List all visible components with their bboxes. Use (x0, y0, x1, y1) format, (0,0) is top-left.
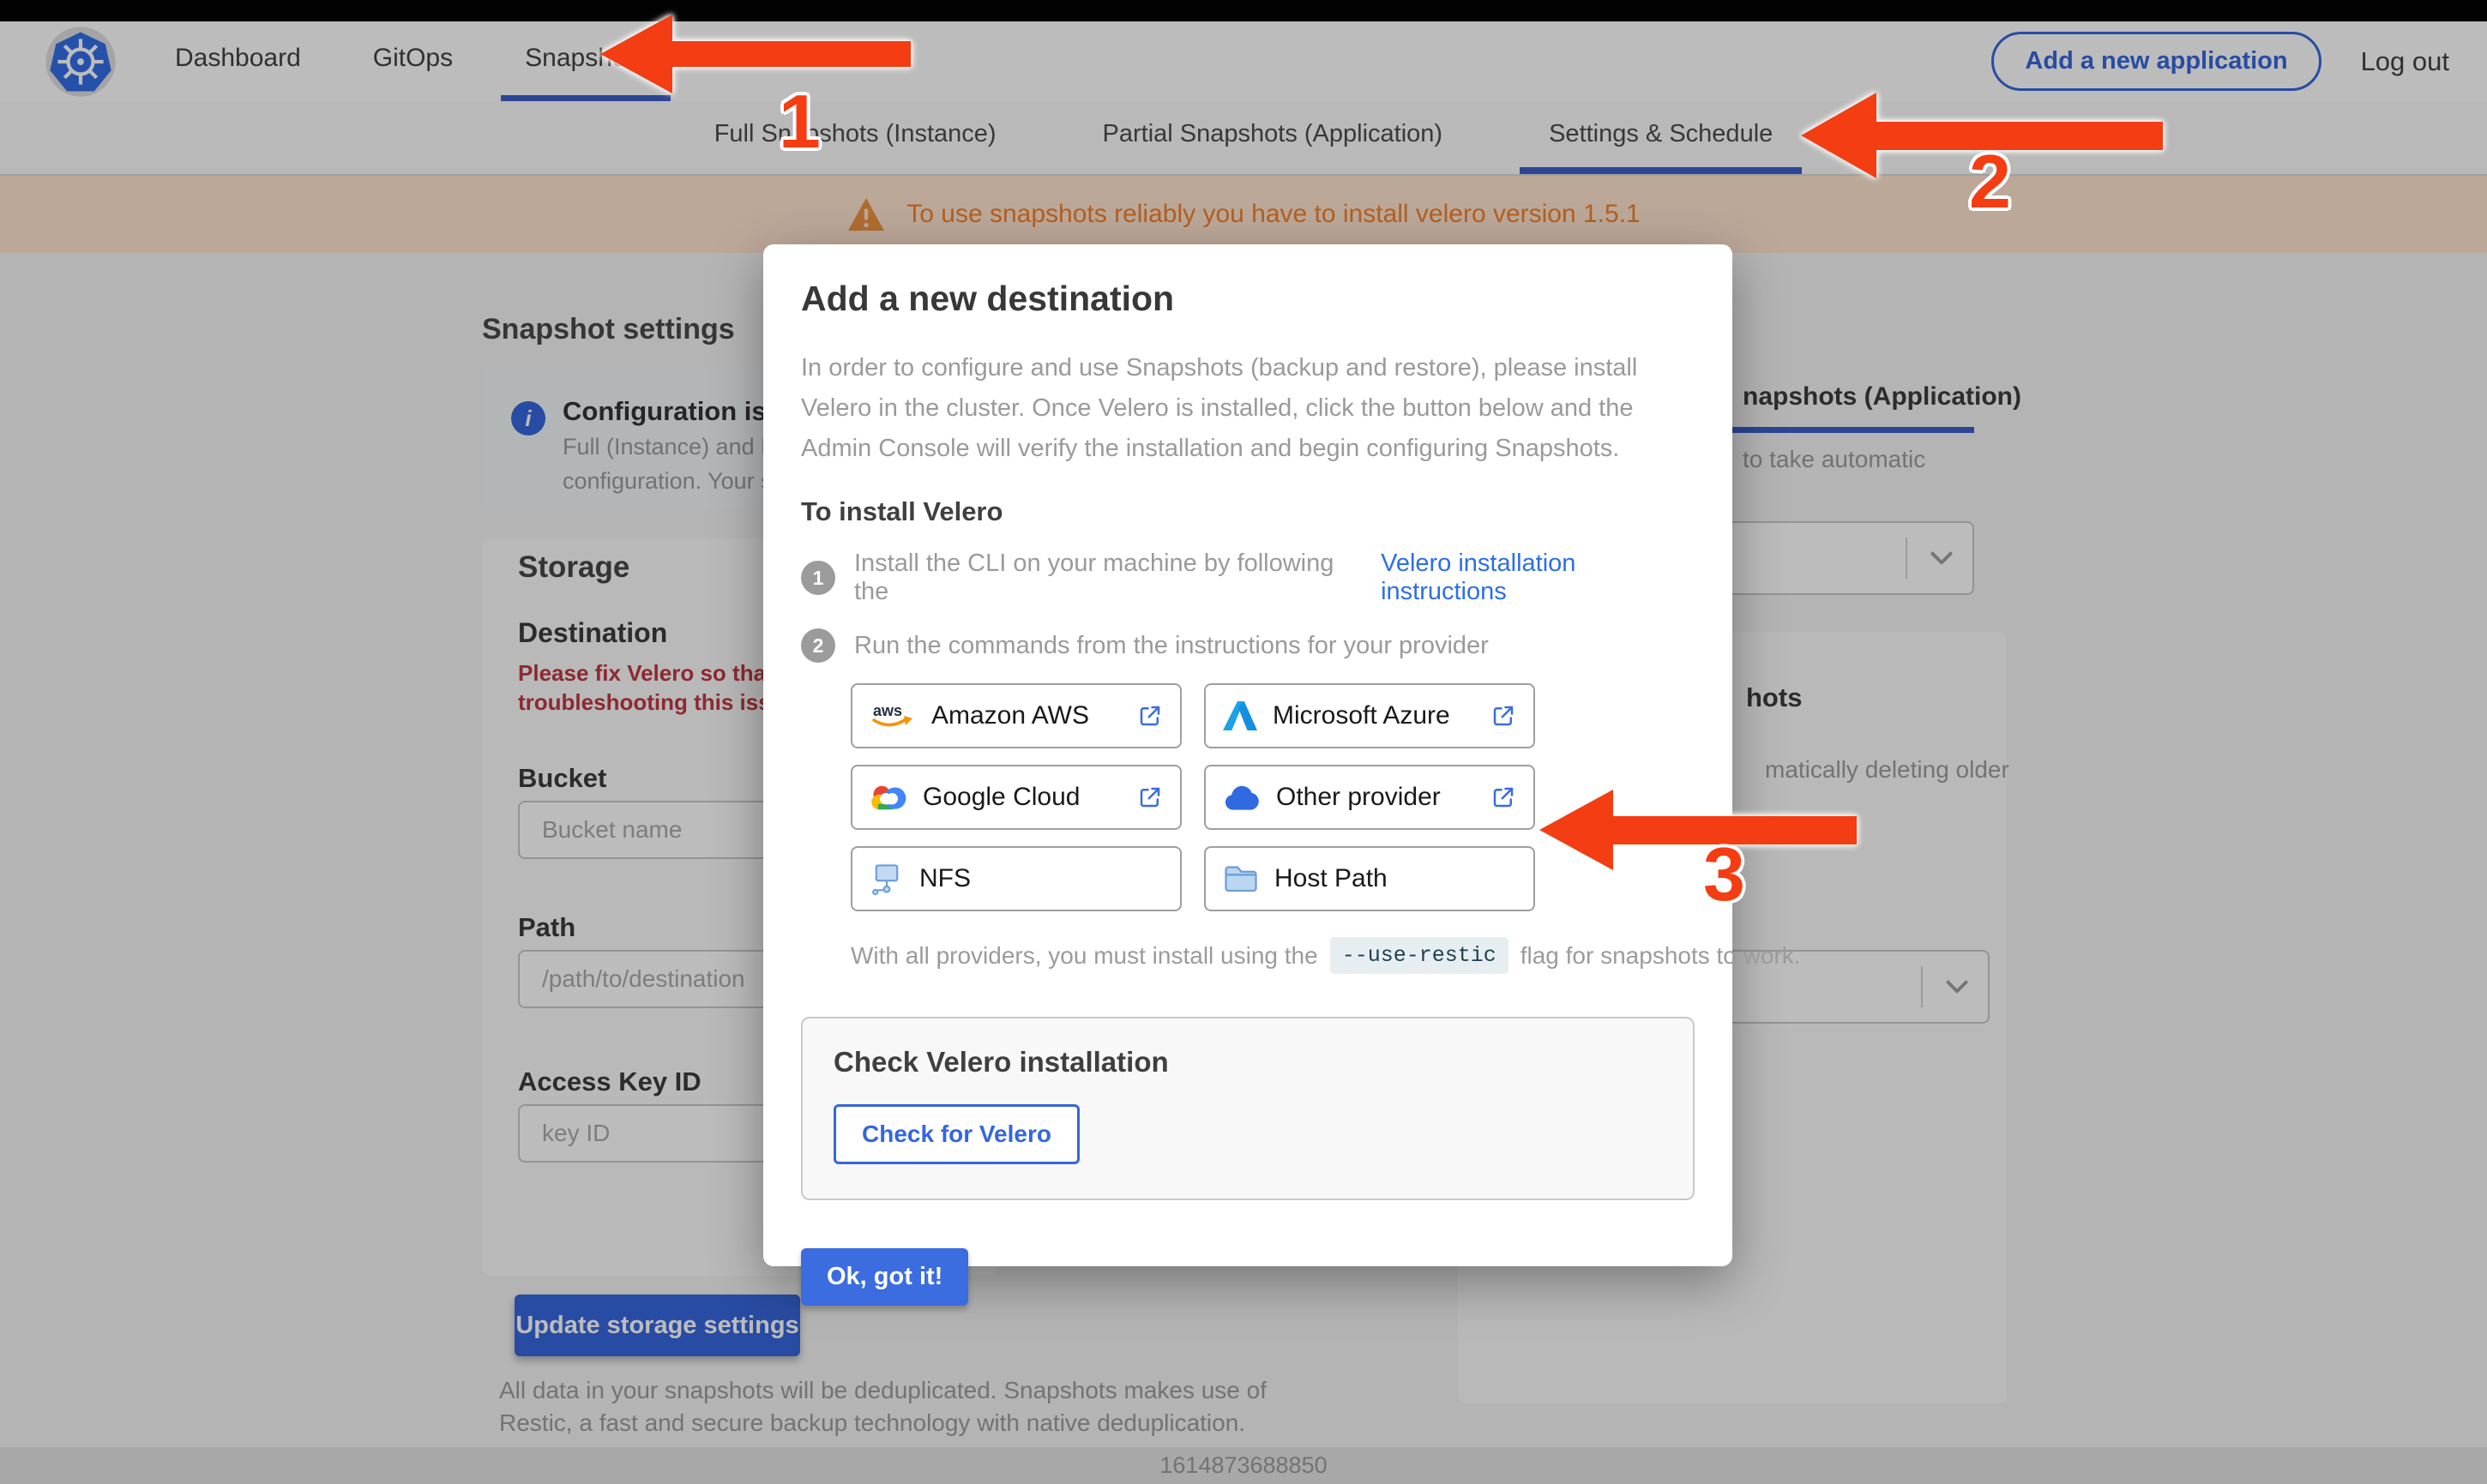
restic-flag-chip: --use-restic (1329, 937, 1508, 974)
velero-installation-instructions-link[interactable]: Velero installation instructions (1381, 550, 1695, 606)
install-velero-heading: To install Velero (801, 496, 1003, 526)
annotation-number-3: 3 (1703, 832, 1745, 916)
provider-label: Google Cloud (923, 783, 1081, 811)
ok-got-it-button[interactable]: Ok, got it! (801, 1248, 969, 1306)
restic-note-prefix: With all providers, you must install usi… (851, 941, 1318, 969)
aws-logo-icon: aws (870, 700, 916, 731)
external-link-icon (1137, 784, 1163, 810)
arrow-head (600, 15, 672, 93)
restic-note: With all providers, you must install usi… (851, 937, 1801, 974)
modal-title: Add a new destination (801, 279, 1175, 318)
provider-amazon-aws-button[interactable]: aws Amazon AWS (851, 683, 1182, 748)
arrow-head (1539, 790, 1613, 870)
check-velero-heading: Check Velero installation (834, 1046, 1169, 1078)
provider-nfs-button[interactable]: NFS (851, 846, 1182, 911)
provider-other-button[interactable]: Other provider (1204, 765, 1535, 830)
external-link-icon (1137, 703, 1163, 729)
install-step-1: 1 Install the CLI on your machine by fol… (801, 550, 1695, 606)
google-cloud-logo-icon (870, 782, 907, 813)
check-velero-section: Check Velero installation Check for Vele… (801, 1017, 1695, 1200)
step-number-badge: 2 (801, 628, 835, 663)
arrow-shaft (669, 41, 911, 67)
step-number-badge: 1 (801, 561, 835, 595)
restic-note-suffix: flag for snapshots to work. (1520, 941, 1801, 969)
cloud-icon (1223, 783, 1261, 812)
nfs-network-icon (870, 862, 904, 896)
provider-microsoft-azure-button[interactable]: Microsoft Azure (1204, 683, 1535, 748)
check-for-velero-button[interactable]: Check for Velero (834, 1104, 1080, 1164)
provider-label: Amazon AWS (931, 701, 1089, 730)
arrow-head (1801, 93, 1876, 178)
provider-label: NFS (919, 864, 971, 892)
arrow-shaft (1873, 122, 2163, 150)
install-step-2: 2 Run the commands from the instructions… (801, 628, 1695, 663)
annotation-number-2: 2 (1969, 139, 2011, 224)
azure-logo-icon (1223, 700, 1257, 731)
provider-label: Other provider (1276, 783, 1441, 811)
annotation-number-1: 1 (779, 79, 821, 164)
provider-host-path-button[interactable]: Host Path (1204, 846, 1535, 911)
provider-label: Microsoft Azure (1273, 701, 1450, 730)
provider-google-cloud-button[interactable]: Google Cloud (851, 765, 1182, 830)
modal-description: In order to configure and use Snapshots … (801, 354, 1638, 462)
step-text: Run the commands from the instructions f… (854, 631, 1489, 659)
step-text: Install the CLI on your machine by follo… (854, 550, 1334, 605)
external-link-icon (1490, 784, 1516, 810)
provider-label: Host Path (1274, 864, 1388, 892)
add-destination-modal: Add a new destination In order to config… (763, 244, 1801, 1306)
svg-text:aws: aws (873, 702, 902, 719)
external-link-icon (1490, 703, 1516, 729)
folder-icon (1223, 863, 1259, 894)
